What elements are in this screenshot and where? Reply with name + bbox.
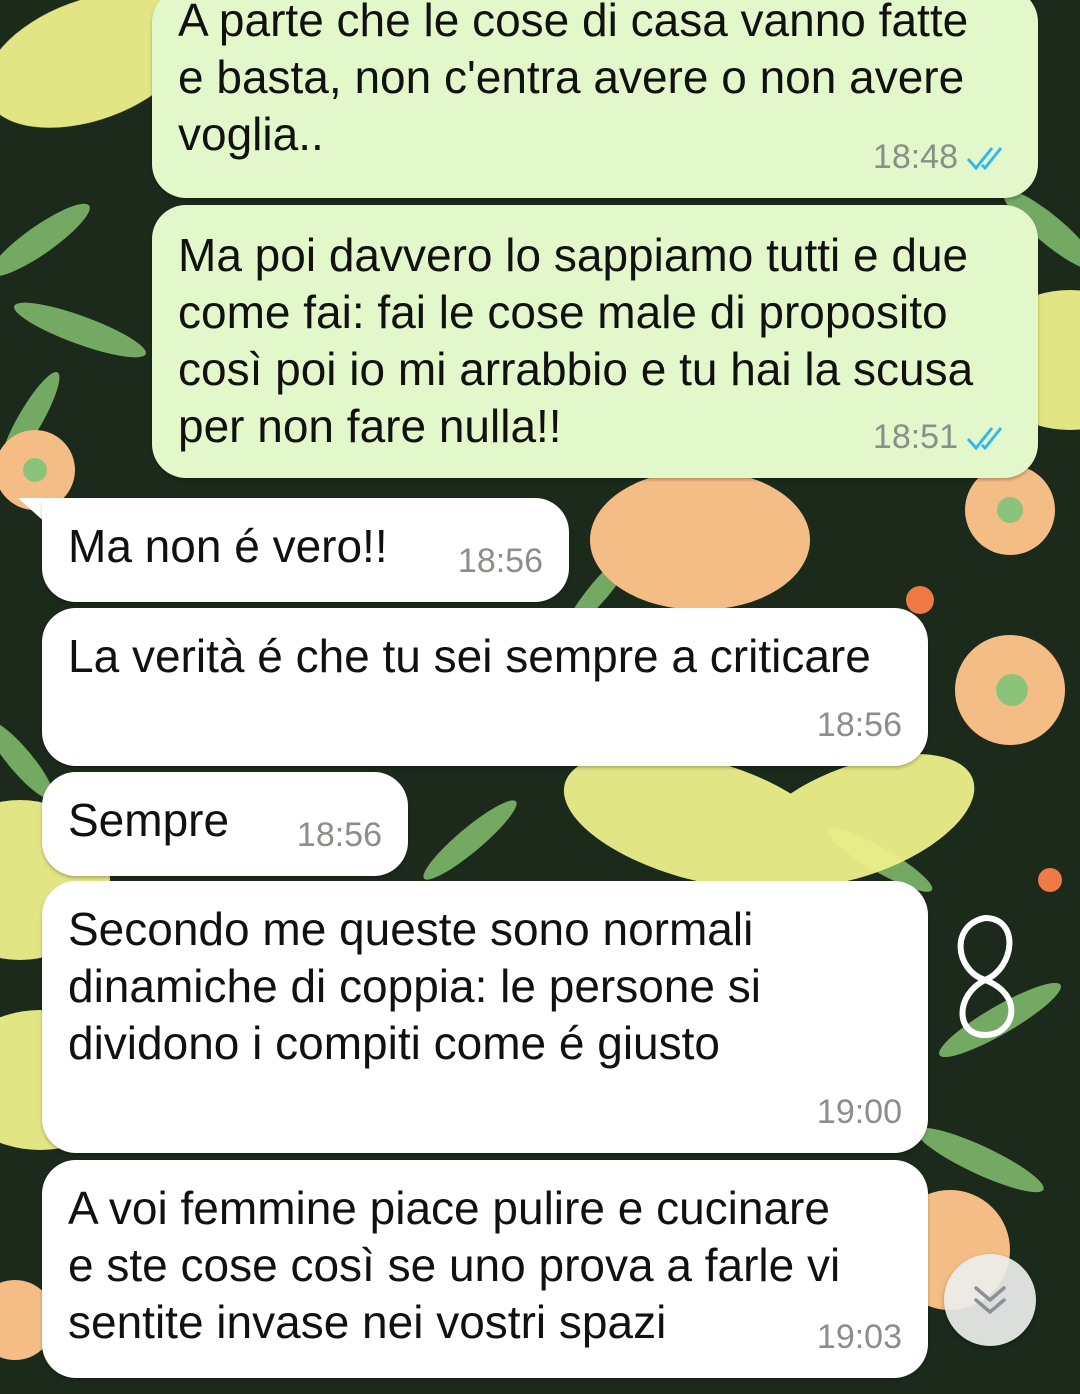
- message-time: 18:48: [872, 138, 958, 176]
- message-text: Secondo me queste sono normali dinamiche…: [68, 903, 761, 1069]
- message-bubble-outgoing[interactable]: A parte che le cose di casa vanno fatte …: [152, 0, 1038, 198]
- message-bubble-incoming[interactable]: La verità é che tu sei sempre a criticar…: [42, 608, 928, 766]
- message-bubble-incoming[interactable]: Sempre 18:56: [42, 772, 408, 876]
- message-meta: 18:56: [297, 807, 382, 864]
- message-time: 18:56: [457, 542, 543, 580]
- message-meta: 18:48: [873, 129, 1012, 186]
- message-time: 18:51: [872, 418, 958, 456]
- message-bubble-incoming[interactable]: Ma non é vero!! 18:56: [42, 498, 569, 602]
- double-chevron-down-icon: [974, 1286, 1006, 1314]
- message-bubble-outgoing[interactable]: Ma poi davvero lo sappiamo tutti e due c…: [152, 205, 1038, 478]
- scroll-to-bottom-button[interactable]: [944, 1254, 1036, 1346]
- message-bubble-incoming[interactable]: Secondo me queste sono normali dinamiche…: [42, 881, 928, 1153]
- double-check-read-icon: [966, 426, 1003, 450]
- message-bubble-incoming[interactable]: A voi femmine piace pulire e cucinare e …: [42, 1160, 928, 1378]
- message-meta: 18:56: [458, 533, 543, 590]
- message-text: A voi femmine piace pulire e cucinare e …: [68, 1182, 841, 1348]
- message-meta: 18:51: [873, 409, 1012, 466]
- double-check-read-icon: [966, 146, 1003, 170]
- message-meta: 18:56: [817, 697, 902, 754]
- message-time: 19:00: [816, 1093, 902, 1131]
- message-time: 19:03: [816, 1318, 902, 1356]
- message-time: 18:56: [296, 816, 382, 854]
- message-meta: 19:03: [817, 1309, 902, 1366]
- message-text: La verità é che tu sei sempre a criticar…: [68, 630, 871, 682]
- message-time: 18:56: [816, 706, 902, 744]
- message-meta: 19:00: [817, 1084, 902, 1141]
